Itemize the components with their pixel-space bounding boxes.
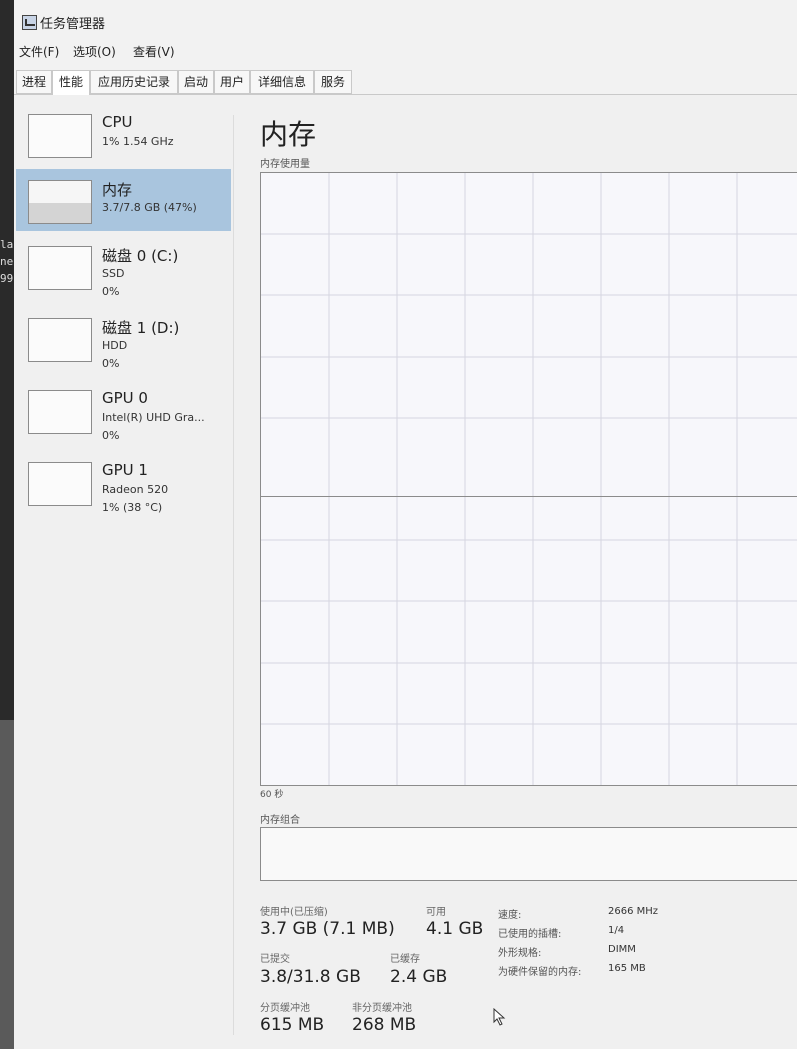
sidebar-item-usage: 0% xyxy=(102,285,120,298)
sidebar-item-detail: HDD xyxy=(102,339,128,352)
sidebar-item-title: GPU 0 xyxy=(102,389,148,407)
form-factor-value: DIMM xyxy=(608,944,636,955)
menu-bar: 文件(F) 选项(O) 查看(V) xyxy=(14,40,797,62)
in-use-label: 使用中(已压缩) xyxy=(260,907,328,918)
gpu-1-mini-graph xyxy=(28,462,92,506)
hardware-reserved-value: 165 MB xyxy=(608,963,646,974)
hardware-reserved-label: 为硬件保留的内存: xyxy=(498,967,582,978)
title-bar[interactable]: 任务管理器 xyxy=(14,0,797,40)
sidebar-item-disk-1[interactable]: 磁盘 1 (D:) HDD 0% xyxy=(16,307,231,370)
disk-1-mini-graph xyxy=(28,318,92,362)
tab-services[interactable]: 服务 xyxy=(314,70,352,94)
sidebar-item-disk-0[interactable]: 磁盘 0 (C:) SSD 0% xyxy=(16,235,231,298)
task-manager-window: 任务管理器 文件(F) 选项(O) 查看(V) 进程 性能 应用历史记录 启动 … xyxy=(14,0,797,1049)
nonpaged-pool-value: 268 MB xyxy=(352,1015,417,1035)
slots-used-label: 已使用的插槽: xyxy=(498,929,562,940)
memory-composition-label: 内存组合 xyxy=(260,815,300,826)
in-use-value: 3.7 GB (7.1 MB) xyxy=(260,919,395,939)
nonpaged-pool-label: 非分页缓冲池 xyxy=(352,1003,412,1014)
tab-performance[interactable]: 性能 xyxy=(52,70,90,96)
committed-label: 已提交 xyxy=(260,954,290,965)
memory-usage-graph xyxy=(260,172,797,786)
sidebar-item-cpu[interactable]: CPU 1% 1.54 GHz xyxy=(16,103,231,165)
background-text: 99 xyxy=(0,272,14,285)
tab-bar: 进程 性能 应用历史记录 启动 用户 详细信息 服务 xyxy=(14,68,797,96)
window-title: 任务管理器 xyxy=(40,17,106,32)
sidebar-item-title: 磁盘 1 (D:) xyxy=(102,319,180,337)
memory-usage-graph-label: 内存使用量 xyxy=(260,159,310,170)
sidebar-item-detail: 1% 1.54 GHz xyxy=(102,135,174,148)
tab-app-history[interactable]: 应用历史记录 xyxy=(90,70,178,94)
memory-detail-panel: 内存 内存使用量 60 秒 内存组合 使用中(已压缩) 3.7 GB (7.1 … xyxy=(260,95,797,1049)
tab-processes[interactable]: 进程 xyxy=(16,70,52,94)
resource-sidebar: CPU 1% 1.54 GHz 内存 3.7/7.8 GB (47%) 磁盘 0… xyxy=(14,95,234,1049)
memory-mini-graph-fill xyxy=(29,203,91,223)
speed-label: 速度: xyxy=(498,910,522,921)
background-text: ne xyxy=(0,255,14,268)
memory-composition-bar xyxy=(260,827,797,881)
performance-content: CPU 1% 1.54 GHz 内存 3.7/7.8 GB (47%) 磁盘 0… xyxy=(14,95,797,1049)
memory-mini-graph xyxy=(28,180,92,224)
sidebar-item-title: 内存 xyxy=(102,181,133,199)
memory-usage-line xyxy=(261,496,797,497)
mouse-cursor-icon xyxy=(493,1008,506,1026)
gpu-0-mini-graph xyxy=(28,390,92,434)
sidebar-item-gpu-0[interactable]: GPU 0 Intel(R) UHD Gra... 0% xyxy=(16,379,231,442)
background-text: la xyxy=(0,238,14,251)
available-label: 可用 xyxy=(426,907,446,918)
cached-value: 2.4 GB xyxy=(390,967,448,987)
menu-view[interactable]: 查看(V) xyxy=(133,43,175,60)
paged-pool-label: 分页缓冲池 xyxy=(260,1003,310,1014)
sidebar-item-detail: 3.7/7.8 GB (47%) xyxy=(102,201,197,214)
paged-pool-value: 615 MB xyxy=(260,1015,325,1035)
sidebar-item-detail: SSD xyxy=(102,267,125,280)
sidebar-item-detail: Intel(R) UHD Gra... xyxy=(102,411,205,424)
form-factor-label: 外形规格: xyxy=(498,948,542,959)
menu-options[interactable]: 选项(O) xyxy=(73,43,116,60)
sidebar-item-usage: 0% xyxy=(102,357,120,370)
committed-value: 3.8/31.8 GB xyxy=(260,967,361,987)
disk-0-mini-graph xyxy=(28,246,92,290)
cpu-mini-graph xyxy=(28,114,92,158)
sidebar-item-title: GPU 1 xyxy=(102,461,148,479)
memory-usage-grid xyxy=(261,173,797,785)
page-title: 内存 xyxy=(260,118,317,151)
speed-value: 2666 MHz xyxy=(608,906,659,917)
cached-label: 已缓存 xyxy=(390,954,420,965)
sidebar-item-title: 磁盘 0 (C:) xyxy=(102,247,179,265)
slots-used-value: 1/4 xyxy=(608,925,625,936)
menu-file[interactable]: 文件(F) xyxy=(19,43,59,60)
sidebar-item-usage: 1% (38 °C) xyxy=(102,501,163,514)
sidebar-divider xyxy=(233,115,234,1035)
sidebar-item-gpu-1[interactable]: GPU 1 Radeon 520 1% (38 °C) xyxy=(16,451,231,514)
task-manager-icon xyxy=(22,15,37,30)
sidebar-item-memory[interactable]: 内存 3.7/7.8 GB (47%) xyxy=(16,169,231,231)
sidebar-item-usage: 0% xyxy=(102,429,120,442)
sidebar-item-detail: Radeon 520 xyxy=(102,483,169,496)
time-axis-label: 60 秒 xyxy=(260,790,284,800)
available-value: 4.1 GB xyxy=(426,919,484,939)
tab-users[interactable]: 用户 xyxy=(214,70,250,94)
tab-startup[interactable]: 启动 xyxy=(178,70,214,94)
tab-details[interactable]: 详细信息 xyxy=(250,70,314,94)
sidebar-item-title: CPU xyxy=(102,113,133,131)
